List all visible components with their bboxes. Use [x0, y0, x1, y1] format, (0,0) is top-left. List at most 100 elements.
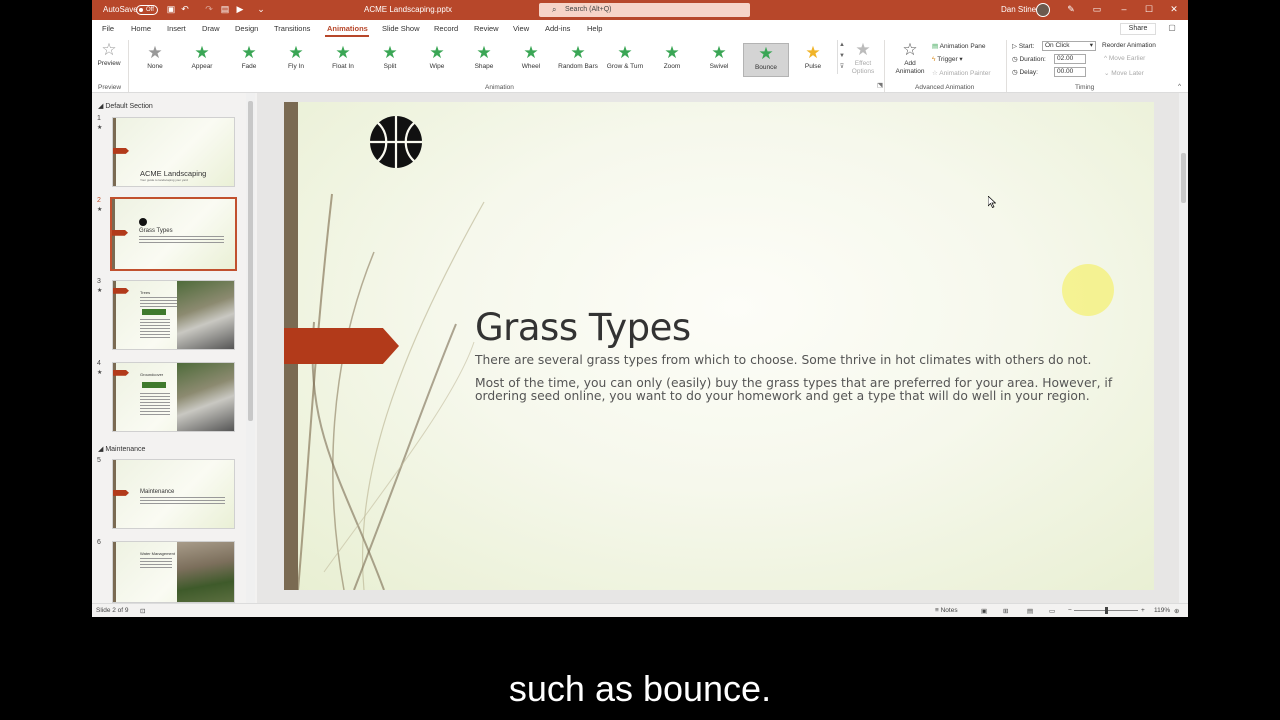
tab-view[interactable]: View	[513, 24, 529, 33]
scroll-thumb[interactable]	[248, 101, 253, 421]
present-icon[interactable]: ▤	[220, 4, 230, 14]
animation-random-bars[interactable]: ★ Random Bars	[555, 43, 601, 77]
tab-record[interactable]: Record	[434, 24, 458, 33]
dialog-launcher-icon[interactable]: ⬔	[877, 81, 883, 89]
tab-animations[interactable]: Animations	[327, 24, 368, 33]
tab-insert[interactable]: Insert	[167, 24, 186, 33]
scroll-down-icon[interactable]: ▼	[838, 51, 846, 62]
slide-thumbnail-2[interactable]: Grass Types	[110, 197, 237, 271]
customize-toolbar-icon[interactable]: ⌄	[256, 4, 266, 14]
duration-label: ◷ Duration:	[1012, 55, 1046, 63]
move-later-button[interactable]: ⌄ Move Later	[1104, 69, 1144, 77]
slide-canvas[interactable]: Grass Types There are several grass type…	[284, 102, 1154, 590]
slide-thumbnail-5[interactable]: Maintenance	[112, 459, 235, 529]
scroll-up-icon[interactable]: ▲	[838, 40, 846, 51]
animation-appear[interactable]: ★ Appear	[179, 43, 225, 77]
animation-pulse[interactable]: ★ Pulse	[790, 43, 836, 77]
animation-bounce[interactable]: ★ Bounce	[743, 43, 789, 77]
duration-input[interactable]: 02.00	[1054, 54, 1086, 64]
timing-group-label: Timing	[1075, 84, 1095, 91]
search-icon: ⌕	[552, 5, 557, 14]
normal-view-icon[interactable]: ▣	[981, 607, 987, 615]
animation-fade[interactable]: ★ Fade	[226, 43, 272, 77]
delay-input[interactable]: 00.00	[1054, 67, 1086, 77]
gallery-scrollbar[interactable]: ▲ ▼ ⊽	[837, 40, 846, 74]
slide-paragraph-2[interactable]: Most of the time, you can only (easily) …	[475, 377, 1115, 403]
thumbnail-title: Grass Types	[139, 228, 173, 234]
zoom-in-icon[interactable]: +	[1141, 607, 1145, 614]
preview-button[interactable]: ☆ Preview	[94, 40, 124, 74]
star-swivel-icon: ★	[711, 43, 727, 62]
effect-options-button[interactable]: ★ Effect Options	[848, 40, 878, 75]
tab-home[interactable]: Home	[131, 24, 151, 33]
thumbnail-text-lines	[140, 393, 170, 415]
close-icon[interactable]: ✕	[1169, 4, 1179, 14]
slide-thumbnail-4[interactable]: Groundcover	[112, 362, 235, 432]
animation-zoom[interactable]: ★ Zoom	[649, 43, 695, 77]
animation-wipe[interactable]: ★ Wipe	[414, 43, 460, 77]
tab-review[interactable]: Review	[474, 24, 499, 33]
slide-sorter-icon[interactable]: ⊞	[1003, 607, 1008, 615]
avatar[interactable]	[1036, 3, 1050, 17]
basketball-icon[interactable]	[369, 115, 423, 169]
minimize-icon[interactable]: –	[1119, 4, 1129, 14]
search-box[interactable]: ⌕ Search (Alt+Q)	[539, 3, 750, 17]
ribbon-display-icon[interactable]: ▭	[1092, 4, 1102, 14]
comments-icon[interactable]: ▢	[1164, 23, 1180, 35]
section-header-maintenance[interactable]: ◢ Maintenance	[98, 445, 145, 453]
editor-scrollbar[interactable]	[1179, 93, 1188, 603]
slide-thumbnail-6[interactable]: Water Management	[112, 541, 235, 603]
move-earlier-button[interactable]: ^ Move Earlier	[1104, 55, 1145, 62]
thumbnails-scrollbar[interactable]	[246, 93, 255, 603]
start-select[interactable]: On Click ▾	[1042, 41, 1096, 51]
animation-wheel[interactable]: ★ Wheel	[508, 43, 554, 77]
notes-button[interactable]: ≡ Notes	[935, 607, 958, 614]
slide-thumbnail-3[interactable]: Trees	[112, 280, 235, 350]
add-animation-label-2: Animation	[895, 68, 925, 75]
tab-file[interactable]: File	[102, 24, 114, 33]
zoom-level[interactable]: 119%	[1154, 607, 1170, 614]
animation-swivel[interactable]: ★ Swivel	[696, 43, 742, 77]
tab-slide-show[interactable]: Slide Show	[382, 24, 420, 33]
animation-pane-button[interactable]: ▤ Animation Pane	[932, 42, 986, 50]
share-button[interactable]: Share	[1120, 23, 1156, 35]
tab-add-ins[interactable]: Add-ins	[545, 24, 570, 33]
undo-icon[interactable]: ↶	[180, 4, 190, 14]
add-animation-button[interactable]: ☆ Add Animation	[890, 40, 930, 75]
animation-split[interactable]: ★ Split	[367, 43, 413, 77]
star-fade-icon: ★	[241, 43, 257, 62]
autosave-toggle[interactable]: Off	[136, 5, 158, 15]
scroll-thumb[interactable]	[1181, 153, 1186, 203]
slide-paragraph-1[interactable]: There are several grass types from which…	[475, 354, 1115, 367]
animation-fly-in[interactable]: ★ Fly In	[273, 43, 319, 77]
reading-view-icon[interactable]: ▤	[1027, 607, 1033, 615]
trigger-button[interactable]: ϟ Trigger ▾	[932, 55, 963, 63]
accessibility-icon[interactable]: ⊡	[140, 607, 145, 615]
pen-icon[interactable]: ✎	[1066, 4, 1076, 14]
tab-transitions[interactable]: Transitions	[274, 24, 310, 33]
animation-shape[interactable]: ★ Shape	[461, 43, 507, 77]
animation-grow-turn[interactable]: ★ Grow & Turn	[602, 43, 648, 77]
slide-title[interactable]: Grass Types	[475, 306, 691, 349]
save-icon[interactable]: ▣	[166, 4, 176, 14]
zoom-out-icon[interactable]: −	[1068, 607, 1072, 614]
tab-design[interactable]: Design	[235, 24, 258, 33]
collapse-ribbon-icon[interactable]: ^	[1178, 83, 1181, 90]
gallery-more-icon[interactable]: ⊽	[838, 62, 846, 73]
section-header-default[interactable]: ◢ Default Section	[98, 102, 153, 110]
tab-draw[interactable]: Draw	[202, 24, 220, 33]
redo-icon[interactable]: ↷	[204, 4, 214, 14]
thumbnail-text-lines	[139, 236, 224, 244]
slideshow-view-icon[interactable]: ▭	[1049, 607, 1055, 615]
fit-to-window-icon[interactable]: ⊕	[1174, 607, 1179, 615]
thumbnail-photo	[177, 363, 234, 431]
animation-painter-button[interactable]: ☆ Animation Painter	[932, 69, 991, 77]
slide-thumbnail-1[interactable]: ACME Landscaping Your guide to landscapi…	[112, 117, 235, 187]
animation-none[interactable]: ★ None	[132, 43, 178, 77]
zoom-slider-thumb[interactable]	[1105, 607, 1108, 614]
animation-float-in[interactable]: ★ Float In	[320, 43, 366, 77]
maximize-icon[interactable]: ☐	[1144, 4, 1154, 14]
tab-help[interactable]: Help	[587, 24, 602, 33]
slideshow-from-start-icon[interactable]: ▶	[235, 4, 245, 14]
video-caption: such as bounce.	[508, 668, 772, 709]
